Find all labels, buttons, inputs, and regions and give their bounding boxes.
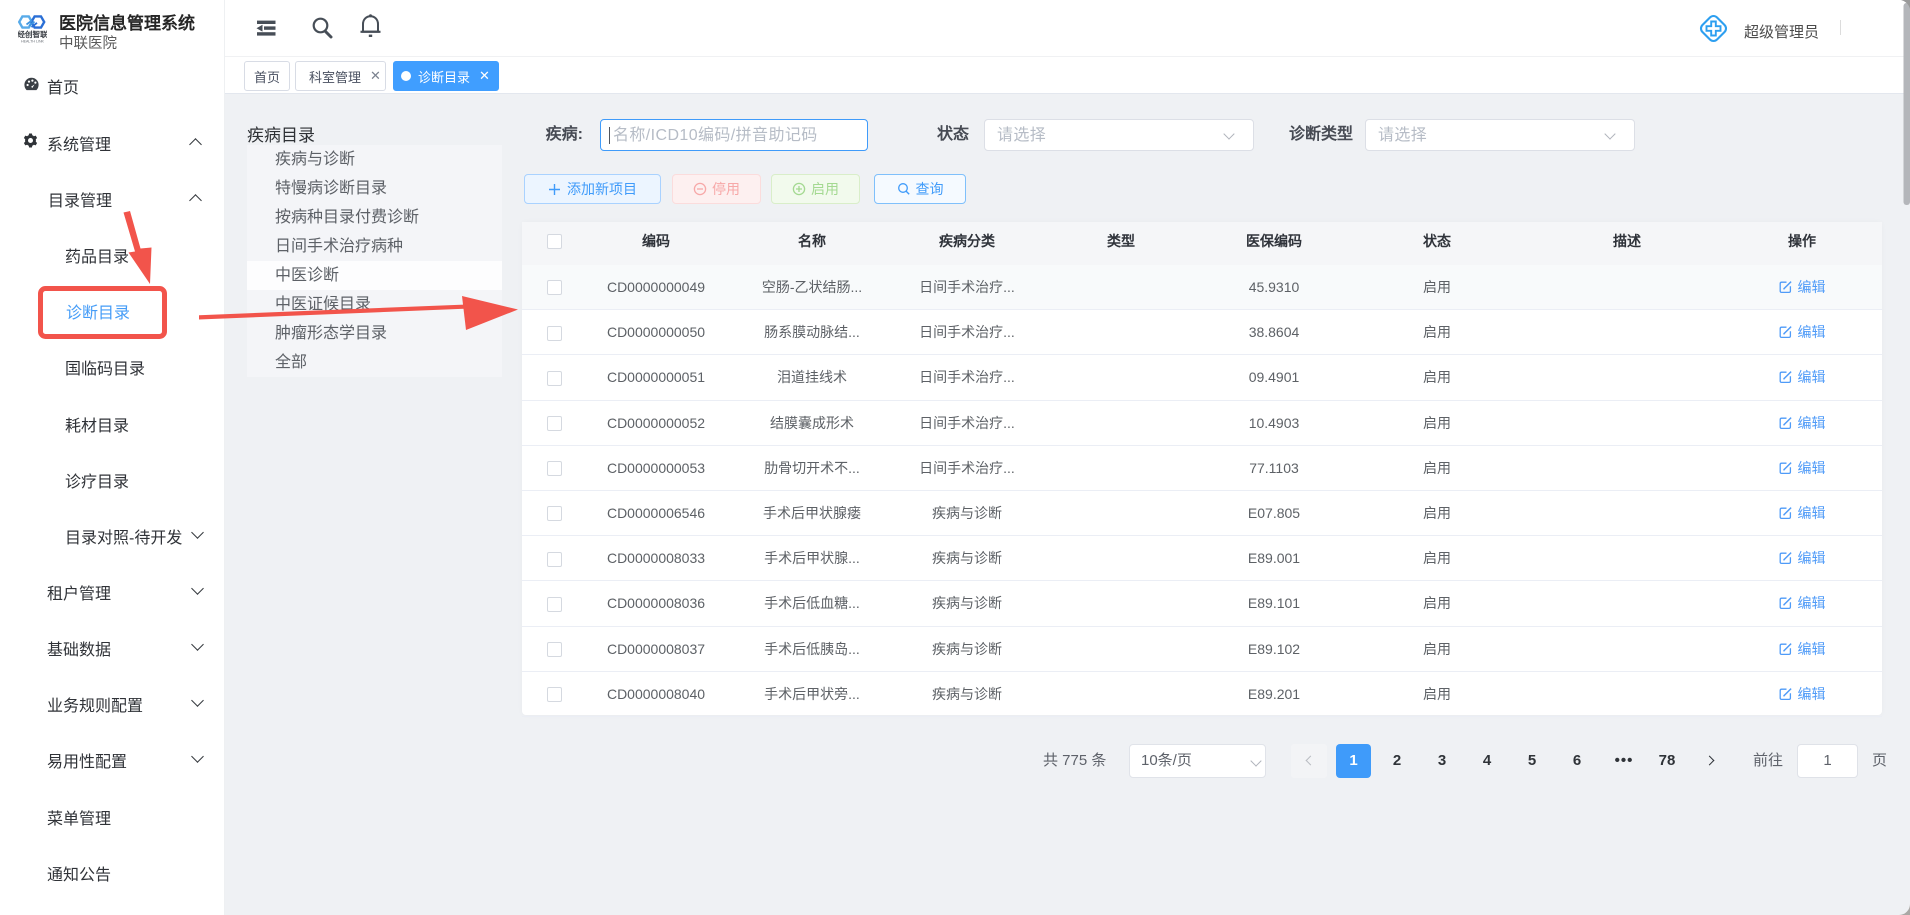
svg-text:经创智联: 经创智联 [18, 29, 47, 39]
svg-text:HEALTH LINK: HEALTH LINK [21, 40, 45, 44]
